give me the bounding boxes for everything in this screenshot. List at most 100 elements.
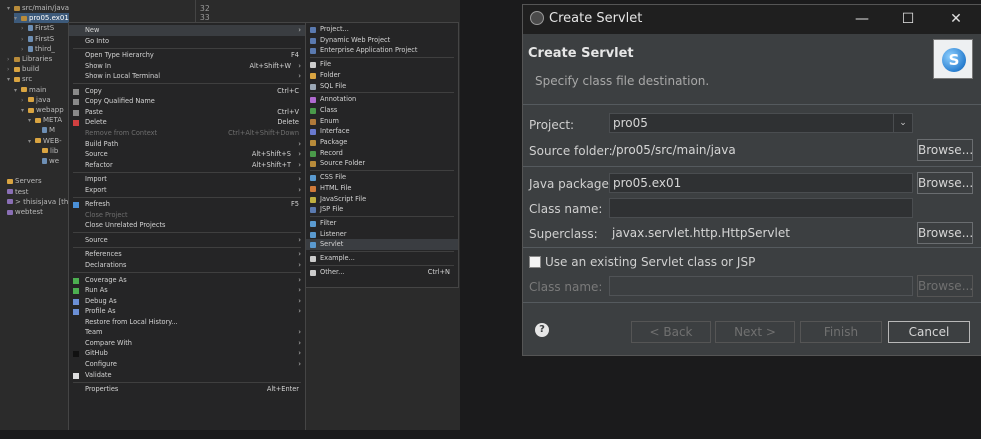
tree-item[interactable]: ▾ src	[7, 74, 32, 84]
tree-item[interactable]: › java	[21, 95, 51, 105]
context-menu-item[interactable]: Refactor Alt+Shift+T ›	[69, 160, 305, 171]
context-menu-item[interactable]: Copy Qualified Name	[69, 96, 305, 107]
submenu-item[interactable]: Project...	[306, 24, 458, 35]
tree-item[interactable]: lib	[35, 146, 58, 156]
context-menu-item[interactable]: GitHub ›	[69, 348, 305, 359]
submenu-item[interactable]: Enum	[306, 116, 458, 127]
context-menu-item[interactable]: Validate	[69, 370, 305, 381]
tree-item[interactable]: ▾ WEB-	[28, 136, 62, 146]
submenu-item[interactable]: Filter	[306, 218, 458, 229]
context-menu-item[interactable]: Copy Ctrl+C	[69, 86, 305, 97]
twisty-icon[interactable]: ▾	[7, 75, 14, 85]
context-menu-item[interactable]: Close Project	[69, 210, 305, 221]
context-menu-item[interactable]: Open Type Hierarchy F4	[69, 50, 305, 61]
context-menu-item[interactable]: Configure ›	[69, 359, 305, 370]
close-button[interactable]: ✕	[933, 5, 979, 34]
context-menu-item[interactable]: Properties Alt+Enter	[69, 384, 305, 395]
twisty-icon[interactable]: ▾	[14, 14, 21, 24]
back-button[interactable]: < Back	[631, 321, 711, 343]
tree-item[interactable]: we	[35, 156, 59, 166]
browse-superclass-button[interactable]: Browse...	[917, 222, 973, 244]
tree-item[interactable]: ▾ src/main/java	[7, 3, 69, 13]
tree-item[interactable]: ▾ main	[14, 85, 47, 95]
context-menu-item[interactable]: Run As ›	[69, 285, 305, 296]
twisty-icon[interactable]: ▾	[14, 86, 21, 96]
context-menu-item[interactable]: Coverage As ›	[69, 275, 305, 286]
context-menu-item[interactable]: Paste Ctrl+V	[69, 107, 305, 118]
tree-item[interactable]: › third_	[21, 44, 55, 54]
submenu-item[interactable]: Source Folder	[306, 158, 458, 169]
submenu-item[interactable]: SQL File	[306, 81, 458, 92]
context-menu-item[interactable]: New ›	[69, 25, 305, 36]
finish-button[interactable]: Finish	[800, 321, 882, 343]
submenu-item[interactable]: CSS File	[306, 172, 458, 183]
browse-source-folder-button[interactable]: Browse...	[917, 139, 973, 161]
submenu-item[interactable]: Listener	[306, 229, 458, 240]
browse-existing-button[interactable]: Browse...	[917, 275, 973, 297]
context-menu-item[interactable]: Show in Local Terminal ›	[69, 71, 305, 82]
browse-package-button[interactable]: Browse...	[917, 172, 973, 194]
tree-item[interactable]	[0, 166, 7, 176]
submenu-item[interactable]: Interface	[306, 126, 458, 137]
class-name-field[interactable]	[609, 198, 913, 218]
twisty-icon[interactable]: ▾	[28, 116, 35, 126]
submenu-item[interactable]: File	[306, 59, 458, 70]
context-menu-item[interactable]: Source ›	[69, 235, 305, 246]
submenu-item[interactable]: JavaScript File	[306, 194, 458, 205]
tree-item[interactable]: M	[35, 125, 55, 135]
context-menu-item[interactable]: Compare With ›	[69, 338, 305, 349]
twisty-icon[interactable]: ▾	[7, 4, 14, 14]
context-menu-item[interactable]: Close Unrelated Projects	[69, 220, 305, 231]
context-menu-item[interactable]: Export ›	[69, 185, 305, 196]
context-menu-item[interactable]: Debug As ›	[69, 296, 305, 307]
existing-class-name-field[interactable]	[609, 276, 913, 296]
context-menu-item[interactable]: Remove from Context Ctrl+Alt+Shift+Down	[69, 128, 305, 139]
context-menu-item[interactable]: Delete Delete	[69, 117, 305, 128]
java-package-field[interactable]: pro05.ex01	[609, 173, 913, 193]
submenu-item[interactable]: Folder	[306, 70, 458, 81]
submenu-item[interactable]: Example...	[306, 253, 458, 264]
twisty-icon[interactable]: ▾	[21, 106, 28, 116]
tree-item[interactable]: ▾ META	[28, 115, 62, 125]
next-button[interactable]: Next >	[715, 321, 795, 343]
submenu-item[interactable]: HTML File	[306, 183, 458, 194]
submenu-item[interactable]: Enterprise Application Project	[306, 45, 458, 56]
tree-item[interactable]: Servers	[0, 176, 42, 186]
context-menu-item[interactable]: Show In Alt+Shift+W ›	[69, 61, 305, 72]
tree-item[interactable]: ▾ pro05.ex01	[14, 13, 69, 24]
context-menu-item[interactable]: Refresh F5	[69, 199, 305, 210]
tree-item[interactable]: test	[0, 187, 28, 197]
maximize-button[interactable]: ☐	[885, 5, 931, 34]
tree-item[interactable]: › FirstS	[21, 34, 54, 44]
submenu-item[interactable]: Record	[306, 148, 458, 159]
superclass-field[interactable]: javax.servlet.http.HttpServlet	[609, 224, 913, 244]
twisty-icon[interactable]: ▾	[28, 137, 35, 147]
submenu-item[interactable]: Servlet	[306, 239, 458, 251]
context-menu-item[interactable]: Restore from Local History...	[69, 317, 305, 328]
submenu-item[interactable]: Other... Ctrl+N	[306, 267, 458, 278]
chevron-down-icon[interactable]: ⌄	[893, 114, 912, 132]
context-menu-item[interactable]: Team ›	[69, 327, 305, 338]
use-existing-label[interactable]: Use an existing Servlet class or JSP	[545, 255, 755, 269]
context-menu-item[interactable]: References ›	[69, 249, 305, 260]
source-folder-field[interactable]: /pro05/src/main/java	[609, 141, 913, 161]
tree-item[interactable]: › Libraries	[7, 54, 52, 64]
submenu-item[interactable]: Annotation	[306, 94, 458, 105]
minimize-button[interactable]: —	[839, 5, 885, 34]
tree-item[interactable]: › FirstS	[21, 23, 54, 33]
submenu-item[interactable]: Class	[306, 105, 458, 116]
help-icon[interactable]: ?	[535, 323, 549, 337]
submenu-item[interactable]: JSP File	[306, 204, 458, 215]
submenu-item[interactable]: Package	[306, 137, 458, 148]
context-menu-item[interactable]: Source Alt+Shift+S ›	[69, 149, 305, 160]
tree-item[interactable]: › build	[7, 64, 39, 74]
context-menu-item[interactable]: Declarations ›	[69, 260, 305, 271]
tree-item[interactable]: ▾ webapp	[21, 105, 64, 115]
submenu-item[interactable]: Dynamic Web Project	[306, 35, 458, 46]
context-menu-item[interactable]: Go Into	[69, 36, 305, 47]
project-combo[interactable]: pro05 ⌄	[609, 113, 913, 133]
context-menu-item[interactable]: Build Path ›	[69, 139, 305, 150]
use-existing-checkbox[interactable]	[529, 256, 541, 268]
context-menu-item[interactable]: Import ›	[69, 174, 305, 185]
tree-item[interactable]: webtest	[0, 207, 43, 217]
